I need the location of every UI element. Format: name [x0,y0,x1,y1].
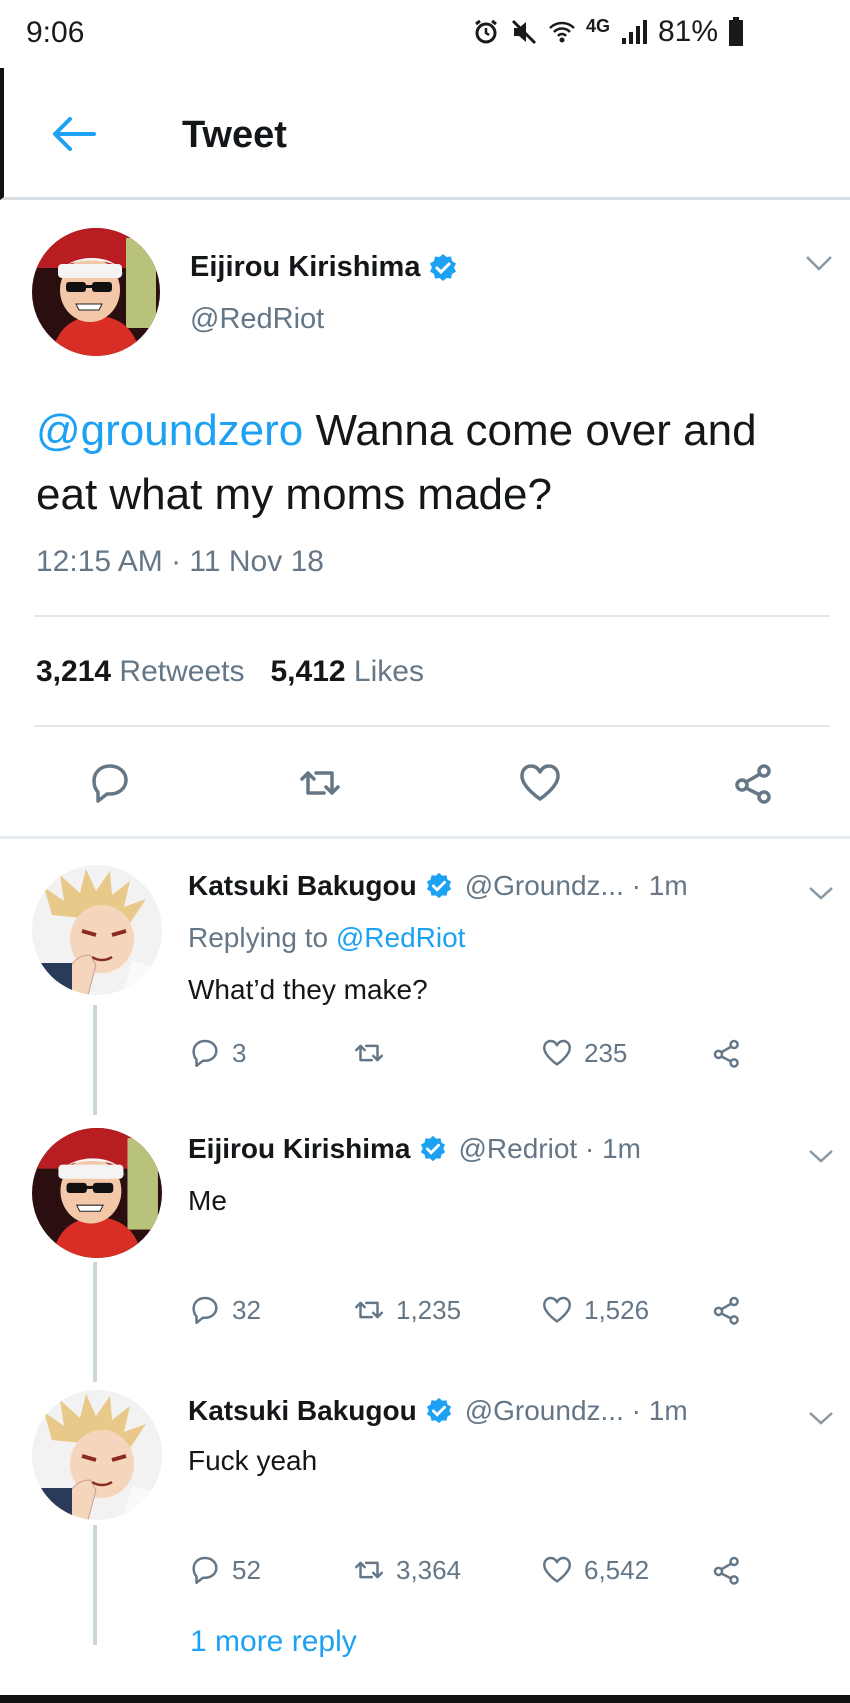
avatar-kirishima[interactable] [32,228,160,356]
likes-label: Likes [353,655,424,688]
battery-icon [729,17,743,46]
reply-handle[interactable]: @Redriot · 1m [459,1133,641,1165]
divider [34,615,830,617]
status-icons: 4G 81% [472,14,744,50]
reply-icon [192,1556,218,1584]
share-action[interactable] [710,1036,744,1070]
divider [34,725,830,727]
retweet-icon[interactable] [296,759,344,807]
thread-line [93,1262,97,1382]
page-title: Tweet [182,114,287,156]
share-icon[interactable] [730,759,778,807]
avatar-bakugou[interactable] [32,865,162,995]
tweet-timestamp: 12:15 AM · 11 Nov 18 [36,545,324,578]
bottom-edge [0,1695,850,1703]
retweet-icon [355,1044,383,1062]
retweets-label: Retweets [119,655,245,688]
tweet-mention[interactable]: @groundzero [36,406,303,455]
reply-header: Katsuki Bakugou @Groundz... · 1m [188,870,688,902]
author-row: Eijirou Kirishima [190,251,458,284]
app-header: Tweet [0,68,850,200]
reply-action[interactable]: 52 [188,1553,261,1587]
status-time: 9:06 [26,16,85,49]
verified-badge-icon [426,1397,451,1424]
reply-author-name[interactable]: Eijirou Kirishima [188,1133,411,1165]
share-icon [713,1296,739,1325]
chevron-down-icon[interactable] [808,1147,834,1165]
reply-count: 52 [232,1554,261,1585]
reply-header: Katsuki Bakugou @Groundz... · 1m [188,1395,688,1427]
network-type: 4G [585,16,610,36]
reply-author-name[interactable]: Katsuki Bakugou [188,1395,417,1427]
verified-badge-icon [426,872,451,899]
like-count: 1,526 [584,1294,650,1325]
like-heart-icon [543,1296,571,1323]
reply-icon [192,1039,218,1067]
chevron-down-icon[interactable] [808,1409,834,1427]
thread-line [93,1525,97,1645]
like-count: 235 [584,1037,628,1068]
share-action[interactable] [710,1553,744,1587]
reply-action[interactable]: 3 [188,1036,246,1070]
signal-icon [621,20,647,44]
reply-action[interactable]: 32 [188,1293,261,1327]
tweet-text: @groundzero Wanna come over and eat what… [36,399,826,527]
tweet-stats: 3,214 Retweets 5,412 Likes [36,655,424,689]
share-icon [713,1556,739,1585]
reply-text: Me [188,1185,227,1216]
reply-header: Eijirou Kirishima @Redriot · 1m [188,1133,641,1165]
mute-icon [511,19,536,45]
retweets-count: 3,214 [36,655,112,688]
retweet-icon [355,1301,383,1319]
verified-badge-icon [420,1135,445,1162]
reply-icon [192,1296,218,1324]
thread-line [93,1005,97,1115]
like-count: 6,542 [584,1554,650,1585]
more-replies-link[interactable]: 1 more reply [190,1625,357,1659]
status-bar: 9:06 4G 81% [0,0,850,68]
like-heart-icon[interactable] [516,759,564,807]
retweet-action[interactable]: 1,235 [352,1293,461,1327]
reply-text: Fuck yeah [188,1445,318,1476]
like-action[interactable]: 235 [540,1036,627,1070]
divider [0,836,850,839]
retweet-count: 3,364 [396,1554,462,1585]
replying-to: Replying to @RedRiot [188,922,465,954]
reply-author-name[interactable]: Katsuki Bakugou [188,870,417,902]
like-action[interactable]: 1,526 [540,1293,649,1327]
avatar-kirishima[interactable] [32,1128,162,1258]
author-handle[interactable]: @RedRiot [190,303,324,336]
retweet-icon [355,1561,383,1579]
like-action[interactable]: 6,542 [540,1553,649,1587]
wifi-icon [549,21,575,43]
alarm-icon [475,19,497,44]
reply-icon[interactable] [86,759,134,807]
retweets-stat[interactable]: 3,214 Retweets [36,655,244,689]
back-arrow-icon[interactable] [50,114,96,154]
battery-percent: 81% [657,15,718,48]
replying-to-label: Replying to [188,922,336,953]
replying-to-mention[interactable]: @RedRiot [336,922,466,953]
share-icon [713,1039,739,1068]
retweet-action[interactable]: 3,364 [352,1553,461,1587]
retweet-action[interactable] [352,1036,396,1070]
like-heart-icon [543,1556,571,1583]
reply-handle[interactable]: @Groundz... · 1m [465,870,688,902]
likes-stat[interactable]: 5,412 Likes [270,655,423,689]
likes-count: 5,412 [270,655,346,688]
author-name[interactable]: Eijirou Kirishima [190,251,420,284]
verified-badge-icon [430,253,457,281]
chevron-down-icon[interactable] [808,884,834,902]
reply-handle[interactable]: @Groundz... · 1m [465,1395,688,1427]
like-heart-icon [543,1039,571,1066]
reply-count: 3 [232,1037,247,1068]
reply-count: 32 [232,1294,261,1325]
share-action[interactable] [710,1293,744,1327]
avatar-bakugou[interactable] [32,1390,162,1520]
chevron-down-icon[interactable] [805,253,833,273]
retweet-count: 1,235 [396,1294,462,1325]
reply-text: What’d they make? [188,974,428,1005]
